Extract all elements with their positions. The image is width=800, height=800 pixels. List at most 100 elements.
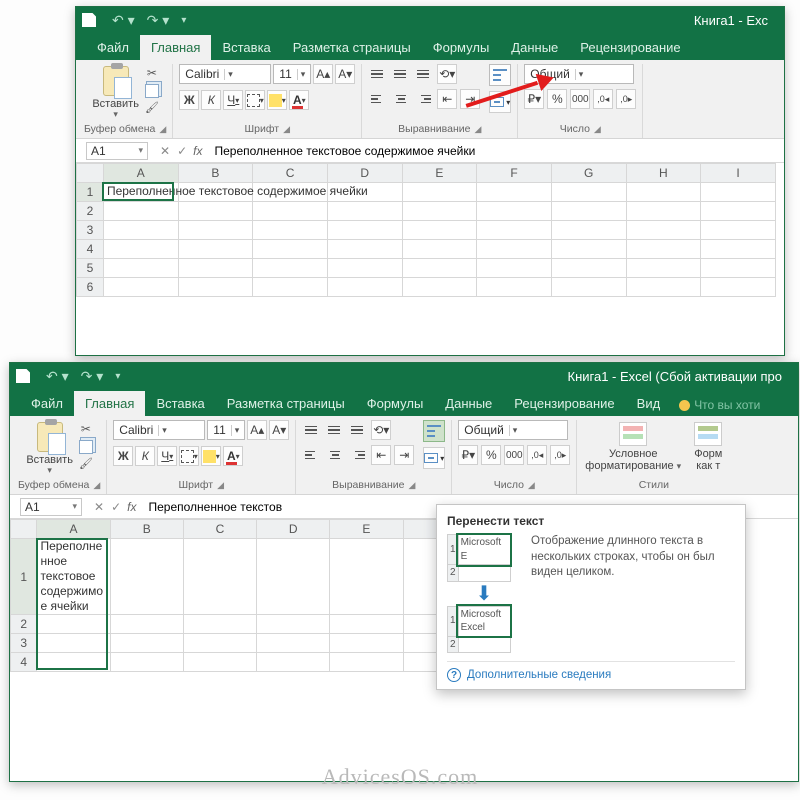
col-header[interactable]: C xyxy=(183,520,256,539)
format-painter-icon[interactable] xyxy=(144,100,160,114)
col-header[interactable]: G xyxy=(551,164,626,183)
wrap-text-button[interactable] xyxy=(423,420,445,442)
grow-font-button[interactable]: A▴ xyxy=(313,64,333,84)
tab-review[interactable]: Рецензирование xyxy=(503,391,625,416)
row-header[interactable]: 3 xyxy=(77,221,104,240)
font-color-button[interactable]: A▾ xyxy=(289,90,309,110)
tab-home[interactable]: Главная xyxy=(140,35,211,60)
decrease-decimal[interactable]: ,0▸ xyxy=(550,445,570,465)
undo-button[interactable]: ↶ ▾ xyxy=(106,12,141,29)
redo-button[interactable]: ↷ ▾ xyxy=(75,368,110,385)
fill-color-button[interactable]: ▾ xyxy=(267,90,287,110)
decrease-indent[interactable]: ⇤ xyxy=(371,445,391,465)
accounting-format[interactable]: ₽▾ xyxy=(458,445,478,465)
tab-data[interactable]: Данные xyxy=(434,391,503,416)
enter-formula-icon[interactable]: ✓ xyxy=(109,500,123,514)
underline-button[interactable]: Ч ▾ xyxy=(157,446,177,466)
tab-formulas[interactable]: Формулы xyxy=(422,35,501,60)
align-left[interactable] xyxy=(302,446,322,464)
cancel-formula-icon[interactable]: ✕ xyxy=(158,144,172,158)
orientation-button[interactable]: ⟲▾ xyxy=(371,420,391,440)
font-name-combo[interactable]: Calibri▾ xyxy=(179,64,271,84)
col-header[interactable]: A xyxy=(37,520,110,539)
copy-icon[interactable] xyxy=(78,439,94,453)
accounting-format[interactable]: ₽▾ xyxy=(524,89,544,109)
bold-button[interactable]: Ж xyxy=(113,446,133,466)
tab-pagelayout[interactable]: Разметка страницы xyxy=(282,35,422,60)
comma-format[interactable]: 000 xyxy=(504,445,524,465)
qat-customize[interactable]: ▾ xyxy=(109,371,126,382)
percent-format[interactable]: % xyxy=(481,445,501,465)
save-icon[interactable] xyxy=(16,369,30,383)
col-header[interactable]: D xyxy=(257,520,330,539)
align-middle[interactable] xyxy=(391,65,411,83)
row-header[interactable]: 2 xyxy=(11,615,37,634)
tab-file[interactable]: Файл xyxy=(20,391,74,416)
tell-me-search[interactable]: Что вы хоти xyxy=(671,394,768,416)
wrap-text-button[interactable] xyxy=(489,64,511,86)
shrink-font-button[interactable]: A▾ xyxy=(269,420,289,440)
fill-color-button[interactable]: ▾ xyxy=(201,446,221,466)
number-format-combo[interactable]: Общий▾ xyxy=(458,420,568,440)
cell[interactable]: Переполненное текстовое содержимое ячейк… xyxy=(37,539,110,615)
tab-formulas[interactable]: Формулы xyxy=(356,391,435,416)
number-dialog-launcher[interactable]: ◢ xyxy=(528,480,535,491)
cell[interactable]: Переполненное текстовое содержимое ячейк… xyxy=(103,183,178,202)
align-bottom[interactable] xyxy=(414,65,434,83)
increase-indent[interactable]: ⇥ xyxy=(460,89,480,109)
number-dialog-launcher[interactable]: ◢ xyxy=(594,124,601,135)
shrink-font-button[interactable]: A▾ xyxy=(335,64,355,84)
row-header[interactable]: 4 xyxy=(11,653,37,672)
tab-view[interactable]: Вид xyxy=(626,391,672,416)
align-top[interactable] xyxy=(302,421,322,439)
tab-review[interactable]: Рецензирование xyxy=(569,35,691,60)
row-header[interactable]: 1 xyxy=(77,183,104,202)
alignment-dialog-launcher[interactable]: ◢ xyxy=(474,124,481,135)
tab-insert[interactable]: Вставка xyxy=(145,391,215,416)
conditional-formatting-button[interactable]: Условное форматирование ▾ xyxy=(583,420,683,474)
clipboard-dialog-launcher[interactable]: ◢ xyxy=(93,480,100,491)
border-button[interactable]: ▾ xyxy=(245,90,265,110)
tab-pagelayout[interactable]: Разметка страницы xyxy=(216,391,356,416)
clipboard-dialog-launcher[interactable]: ◢ xyxy=(159,124,166,135)
font-size-combo[interactable]: 11▾ xyxy=(273,64,311,84)
cut-icon[interactable] xyxy=(144,66,160,80)
col-header[interactable]: B xyxy=(178,164,253,183)
orientation-button[interactable]: ⟲▾ xyxy=(437,64,457,84)
select-all-corner[interactable] xyxy=(77,164,104,183)
font-dialog-launcher[interactable]: ◢ xyxy=(283,124,290,135)
italic-button[interactable]: К xyxy=(201,90,221,110)
col-header[interactable]: H xyxy=(626,164,701,183)
format-as-table-button[interactable]: Форм как т xyxy=(692,420,724,474)
col-header[interactable]: E xyxy=(330,520,403,539)
italic-button[interactable]: К xyxy=(135,446,155,466)
tab-insert[interactable]: Вставка xyxy=(211,35,281,60)
select-all-corner[interactable] xyxy=(11,520,37,539)
worksheet-grid[interactable]: A B C D E F G H I 1 Переполненное тексто… xyxy=(76,163,784,313)
align-bottom[interactable] xyxy=(348,421,368,439)
border-button[interactable]: ▾ xyxy=(179,446,199,466)
format-painter-icon[interactable] xyxy=(78,456,94,470)
font-dialog-launcher[interactable]: ◢ xyxy=(217,480,224,491)
cancel-formula-icon[interactable]: ✕ xyxy=(92,500,106,514)
qat-customize[interactable]: ▾ xyxy=(175,15,192,26)
decrease-indent[interactable]: ⇤ xyxy=(437,89,457,109)
align-right[interactable] xyxy=(348,446,368,464)
merge-center-button[interactable]: ▾ xyxy=(423,447,445,469)
font-color-button[interactable]: A▾ xyxy=(223,446,243,466)
bold-button[interactable]: Ж xyxy=(179,90,199,110)
percent-format[interactable]: % xyxy=(547,89,567,109)
align-middle[interactable] xyxy=(325,421,345,439)
tab-file[interactable]: Файл xyxy=(86,35,140,60)
align-right[interactable] xyxy=(414,90,434,108)
formula-bar[interactable] xyxy=(208,142,784,160)
fx-icon[interactable]: fх xyxy=(193,144,208,158)
col-header[interactable]: B xyxy=(110,520,183,539)
font-size-combo[interactable]: 11▾ xyxy=(207,420,245,440)
increase-decimal[interactable]: ,0◂ xyxy=(527,445,547,465)
row-header[interactable]: 4 xyxy=(77,240,104,259)
decrease-decimal[interactable]: ,0▸ xyxy=(616,89,636,109)
paste-button[interactable]: Вставить▾ xyxy=(24,420,75,478)
tooltip-more-link[interactable]: Дополнительные сведения xyxy=(467,669,611,681)
row-header[interactable]: 3 xyxy=(11,634,37,653)
